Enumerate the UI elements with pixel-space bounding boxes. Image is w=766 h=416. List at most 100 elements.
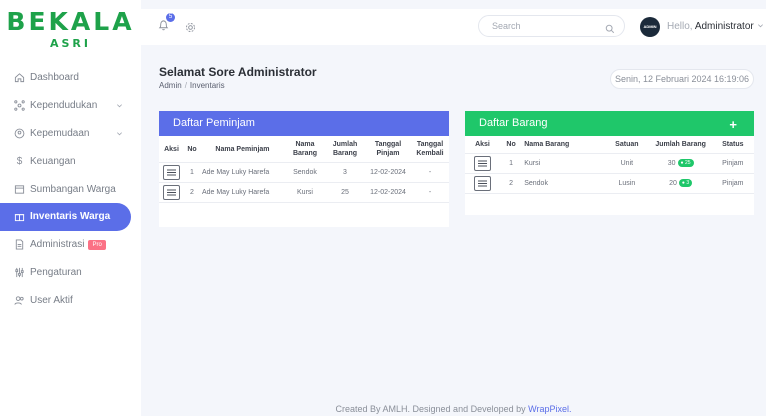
users-circle-icon [14, 128, 25, 139]
sidebar-item-label: Pengaturan [30, 266, 82, 278]
jumlah-total: 20 [669, 180, 677, 187]
sidebar-item-administrasi[interactable]: Administrasi Pro [0, 231, 141, 259]
barang-card-title-text: Daftar Barang [479, 117, 548, 129]
cell-jumlah: 20 ● 3 [649, 173, 712, 194]
table-header-row: Aksi No Nama Barang Satuan Jumlah Barang… [465, 136, 754, 154]
cell-satuan: Lusin [604, 173, 650, 194]
sidebar-item-label: User Aktif [30, 294, 73, 306]
brand-name: BEKALA [6, 7, 135, 36]
sidebar-item-kependudukan[interactable]: Kependudukan [0, 92, 141, 120]
sidebar-item-kepemudaan[interactable]: Kepemudaan [0, 120, 141, 148]
list-icon [167, 169, 177, 176]
peminjam-table: Aksi No Nama Peminjam Nama Barang Jumlah… [159, 136, 449, 203]
available-badge: ● 25 [677, 159, 694, 168]
sidebar-item-label: Sumbangan Warga [30, 183, 116, 195]
cell-kembali: - [411, 162, 449, 183]
col-satuan: Satuan [604, 136, 650, 154]
barang-card-title: Daftar Barang + [465, 111, 754, 136]
cell-pinjam: 12-02-2024 [365, 162, 411, 183]
list-icon [477, 160, 487, 167]
list-icon [477, 180, 487, 187]
sidebar-item-dashboard[interactable]: Dashboard [0, 64, 141, 92]
search-input[interactable]: Search [478, 15, 625, 37]
col-jumlah-barang: Jumlah Barang [325, 136, 365, 163]
home-icon [14, 72, 25, 83]
footer-link[interactable]: WrapPixel. [528, 404, 571, 414]
page-title: Selamat Sore Administrator [159, 65, 317, 79]
document-icon [14, 239, 25, 250]
notification-badge: 5 [166, 13, 175, 22]
table-row: 1 Ade May Luky Harefa Sendok 3 12-02-202… [159, 162, 449, 183]
action-button[interactable] [473, 176, 491, 191]
col-nama-barang: Nama Barang [285, 136, 325, 163]
action-cell [159, 182, 185, 203]
box-icon [14, 184, 25, 195]
cell-kembali: - [411, 182, 449, 203]
sidebar-nav: Dashboard Kependudukan Kepemudaan $ Keua… [0, 64, 141, 314]
action-button[interactable] [163, 185, 181, 200]
search-icon[interactable] [605, 21, 615, 39]
cell-satuan: Unit [604, 153, 650, 174]
peminjam-card-title: Daftar Peminjam [159, 111, 449, 136]
cell-pinjam: 12-02-2024 [365, 182, 411, 203]
cell-nama: Sendok [522, 173, 605, 194]
action-cell [465, 173, 500, 194]
action-cell [465, 153, 500, 174]
col-nama-barang: Nama Barang [522, 136, 605, 154]
cell-jumlah: 30 ● 25 [649, 153, 712, 174]
chevron-down-icon [116, 129, 123, 140]
breadcrumb-admin[interactable]: Admin [159, 81, 182, 90]
cell-barang: Kursi [285, 182, 325, 203]
action-button[interactable] [163, 165, 181, 180]
col-tanggal-kembali: Tanggal Kembali [411, 136, 449, 163]
cell-jumlah: 3 [325, 162, 365, 183]
col-tanggal-pinjam: Tanggal Pinjam [365, 136, 411, 163]
sidebar-item-sumbangan-warga[interactable]: Sumbangan Warga [0, 175, 141, 203]
sliders-icon [14, 267, 25, 278]
col-aksi: Aksi [465, 136, 500, 154]
col-status: Status [711, 136, 754, 154]
sidebar-item-label: Inventaris Warga [30, 211, 111, 223]
hello-prefix: Hello, [667, 21, 693, 32]
cell-no: 1 [499, 153, 523, 174]
brand-subtitle: ASRI [50, 37, 91, 50]
datetime-display: Senin, 12 Februari 2024 16:19:06 [610, 69, 754, 89]
gear-icon[interactable] [185, 20, 196, 38]
available-badge: ● 3 [678, 179, 693, 188]
cell-jumlah: 25 [325, 182, 365, 203]
sidebar-item-label: Keuangan [30, 155, 76, 167]
table-header-row: Aksi No Nama Peminjam Nama Barang Jumlah… [159, 136, 449, 163]
cell-nama: Ade May Luky Harefa [199, 182, 285, 203]
sidebar-item-pengaturan[interactable]: Pengaturan [0, 259, 141, 287]
sidebar-item-inventaris-warga[interactable]: Inventaris Warga [0, 202, 131, 231]
add-item-button[interactable]: + [729, 111, 737, 138]
breadcrumb-separator: / [184, 81, 187, 90]
avatar[interactable]: ADMIN [640, 17, 660, 37]
breadcrumb: Admin / Inventaris [159, 81, 225, 90]
available-count: 25 [684, 160, 691, 167]
col-no: No [499, 136, 523, 154]
topbar: 5 Search ADMIN Hello, Administrator [141, 9, 766, 45]
action-button[interactable] [473, 156, 491, 171]
cell-no: 1 [184, 162, 200, 183]
cell-no: 2 [184, 182, 200, 203]
list-icon [167, 189, 177, 196]
pro-badge: Pro [88, 239, 106, 250]
sidebar-item-label: Dashboard [30, 72, 79, 84]
table-row: 2 Sendok Lusin 20 ● 3 Pinjam [465, 173, 754, 194]
cell-nama: Ade May Luky Harefa [199, 162, 285, 183]
cell-no: 2 [499, 173, 523, 194]
sidebar-item-user-aktif[interactable]: User Aktif [0, 286, 141, 314]
sidebar-item-label: Kepemudaan [30, 127, 90, 139]
barang-card: Daftar Barang + Aksi No Nama Barang Satu… [465, 111, 754, 215]
table-row: 2 Ade May Luky Harefa Kursi 25 12-02-202… [159, 182, 449, 203]
user-menu[interactable]: Hello, Administrator [667, 21, 764, 32]
user-name: Administrator [694, 21, 754, 32]
footer-text: Created By AMLH. Designed and Developed … [335, 404, 526, 414]
chevron-down-icon [757, 21, 764, 32]
col-no: No [184, 136, 200, 163]
sidebar-item-keuangan[interactable]: $ Keuangan [0, 147, 141, 175]
brand-logo[interactable]: BEKALA ASRI [0, 7, 141, 51]
available-count: 3 [686, 180, 690, 187]
breadcrumb-current: Inventaris [189, 81, 225, 90]
